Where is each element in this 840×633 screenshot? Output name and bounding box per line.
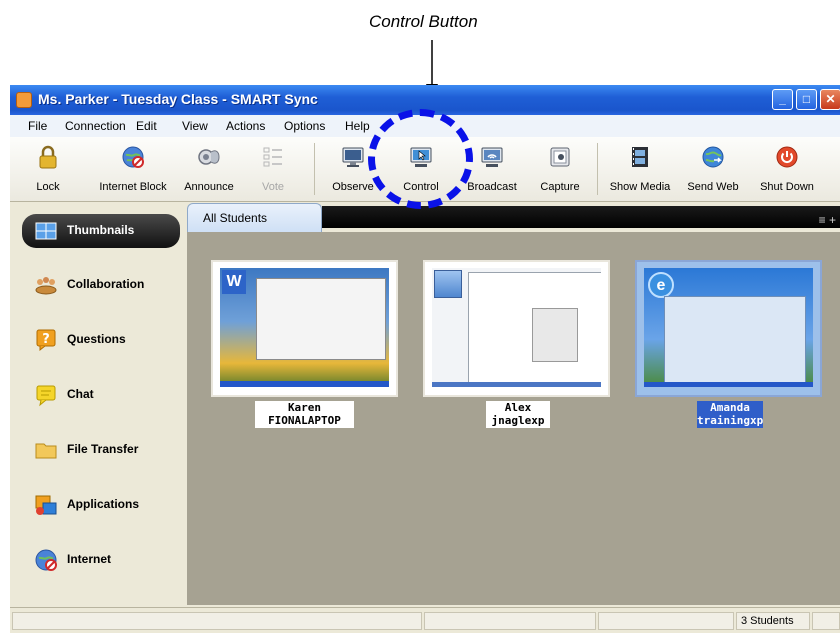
student-label: Amanda trainingxp bbox=[697, 401, 764, 428]
svg-text:?: ? bbox=[42, 332, 50, 347]
menu-edit[interactable]: Edit bbox=[136, 119, 157, 133]
chat-icon bbox=[36, 385, 56, 407]
student-label: Karen FIONALAPTOP bbox=[255, 401, 354, 428]
tab-strip: ≡ + All Students bbox=[187, 202, 840, 232]
shut-down-button[interactable]: Shut Down bbox=[754, 137, 820, 201]
annotation-caption: Control Button bbox=[369, 12, 478, 31]
menu-help[interactable]: Help bbox=[345, 119, 370, 133]
ie-icon: e bbox=[648, 272, 674, 298]
desktop-preview bbox=[432, 268, 601, 387]
capture-icon bbox=[550, 147, 570, 167]
observe-icon bbox=[342, 147, 364, 167]
questions-icon: ? bbox=[36, 329, 56, 352]
toolbar-separator bbox=[314, 143, 315, 195]
sidebar-item-file-transfer[interactable]: File Transfer bbox=[22, 433, 180, 467]
send-web-icon bbox=[702, 146, 724, 168]
sidebar-item-chat[interactable]: Chat bbox=[22, 378, 180, 412]
sidebar-item-collaboration[interactable]: Collaboration bbox=[22, 268, 180, 302]
student-thumbnail[interactable]: W bbox=[211, 260, 398, 397]
status-bar: 3 Students bbox=[10, 607, 840, 633]
sidebar-item-applications[interactable]: Applications bbox=[22, 488, 180, 522]
menu-options[interactable]: Options bbox=[284, 119, 325, 133]
maximize-button[interactable]: □ bbox=[796, 89, 817, 110]
highlight-ring bbox=[368, 109, 473, 209]
tab-options-icon[interactable]: ≡ + bbox=[819, 213, 836, 227]
tab-all-students[interactable]: All Students bbox=[187, 203, 322, 232]
menu-view[interactable]: View bbox=[182, 119, 208, 133]
lock-icon bbox=[39, 145, 57, 169]
close-button[interactable]: ✕ bbox=[820, 89, 840, 110]
lock-button[interactable]: Lock bbox=[28, 137, 68, 201]
thumbnail-area: W Karen FIONALAPTOP Alex jnaglexp e Aman… bbox=[187, 232, 840, 605]
thumbnails-icon bbox=[35, 222, 57, 240]
menu-file[interactable]: File bbox=[28, 119, 47, 133]
tab-bar: ≡ + bbox=[322, 206, 840, 228]
app-icon bbox=[16, 92, 32, 108]
show-media-icon bbox=[632, 147, 648, 167]
student-thumbnail[interactable]: e bbox=[635, 260, 822, 397]
show-media-button[interactable]: Show Media bbox=[604, 137, 676, 201]
folder-icon bbox=[35, 443, 57, 459]
desktop-preview: W bbox=[220, 268, 389, 387]
sidebar: Thumbnails Collaboration ? Questions Cha… bbox=[10, 202, 187, 607]
internet-block-button[interactable]: Internet Block bbox=[90, 137, 176, 201]
toolbar-separator bbox=[597, 143, 598, 195]
sidebar-item-questions[interactable]: ? Questions bbox=[22, 323, 180, 357]
computer-icon bbox=[434, 270, 462, 298]
shut-down-icon bbox=[776, 146, 798, 168]
vote-icon bbox=[263, 147, 282, 167]
word-icon: W bbox=[222, 270, 246, 294]
internet-block-icon bbox=[122, 146, 144, 168]
menu-connection[interactable]: Connection bbox=[65, 119, 126, 133]
window-title: Ms. Parker - Tuesday Class - SMART Sync bbox=[38, 91, 318, 107]
capture-button[interactable]: Capture bbox=[532, 137, 588, 201]
student-count: 3 Students bbox=[741, 615, 794, 627]
menu-actions[interactable]: Actions bbox=[226, 119, 265, 133]
broadcast-icon bbox=[481, 147, 503, 167]
minimize-button[interactable]: _ bbox=[772, 89, 793, 110]
vote-button[interactable]: Vote bbox=[256, 137, 290, 201]
announce-icon bbox=[198, 149, 220, 165]
applications-icon bbox=[35, 495, 57, 515]
announce-button[interactable]: Announce bbox=[180, 137, 238, 201]
sidebar-item-internet[interactable]: Internet bbox=[22, 543, 180, 577]
internet-icon bbox=[35, 549, 57, 571]
send-web-button[interactable]: Send Web bbox=[682, 137, 744, 201]
desktop-preview: e bbox=[644, 268, 813, 387]
student-label: Alex jnaglexp bbox=[486, 401, 550, 428]
sidebar-item-thumbnails[interactable]: Thumbnails bbox=[22, 214, 180, 248]
collaboration-icon bbox=[35, 277, 57, 295]
student-thumbnail[interactable] bbox=[423, 260, 610, 397]
